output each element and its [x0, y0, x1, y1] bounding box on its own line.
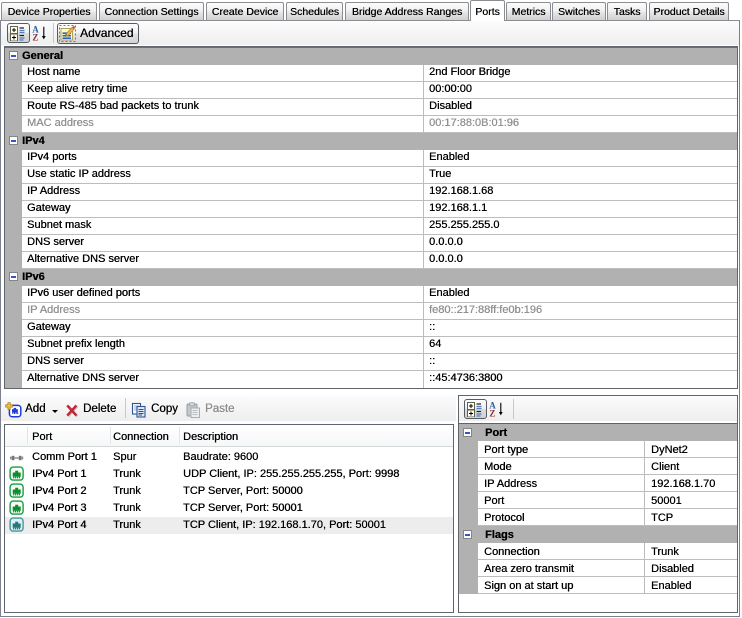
- svg-text:Z: Z: [489, 408, 495, 418]
- svg-text:Z: Z: [32, 32, 38, 42]
